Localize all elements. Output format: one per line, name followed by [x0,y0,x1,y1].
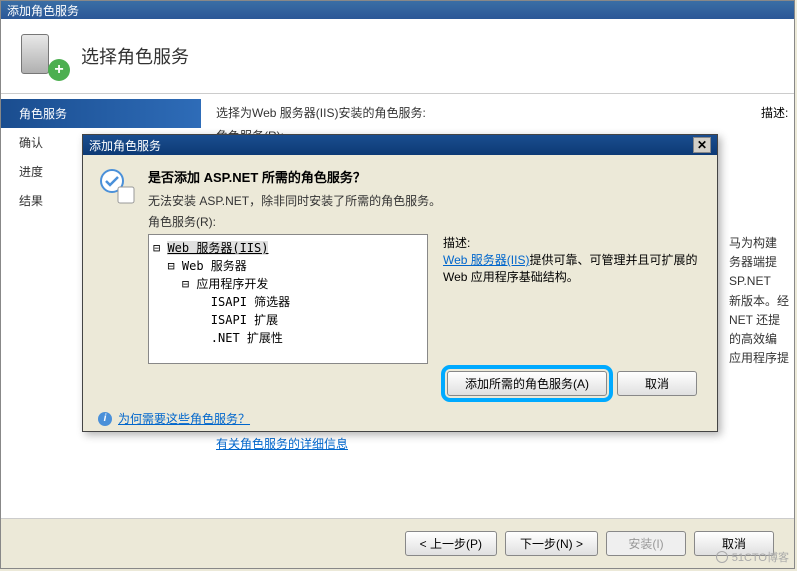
sidebar-item-label: 进度 [19,165,43,179]
sidebar-item-label: 确认 [19,136,43,150]
desc-label: 描述: [443,234,702,251]
install-button: 安装(I) [606,531,686,556]
prev-button[interactable]: < 上一步(P) [405,531,497,556]
add-required-button[interactable]: 添加所需的角色服务(A) [447,371,607,396]
close-icon[interactable]: ✕ [693,137,711,153]
tree-line: ⊟ 应用程序开发 [153,275,423,293]
desc-label: 描述: [761,104,788,121]
partial-description: 马为构建 务器端提 SP.NET 新版本。经 NET 还提 的高效编 应用程序提 [729,234,789,368]
main-title: 添加角色服务 [7,2,79,19]
watermark-icon [716,551,728,563]
dependency-description: 描述: Web 服务器(IIS)提供可靠、可管理并且可扩展的 Web 应用程序基… [443,234,702,364]
dependency-tree[interactable]: ⊟ Web 服务器(IIS) ⊟ Web 服务器 ⊟ 应用程序开发 ISAPI … [148,234,428,364]
dialog-buttons: 添加所需的角色服务(A) 取消 [83,363,717,404]
dialog-body: 是否添加 ASP.NET 所需的角色服务？ 无法安装 ASP.NET，除非同时安… [83,155,717,363]
sidebar-item-role-services[interactable]: 角色服务 [1,99,201,128]
detail-link[interactable]: 有关角色服务的详细信息 [216,435,348,452]
wizard-heading: 选择角色服务 [81,43,189,69]
wizard-footer: < 上一步(P) 下一步(N) > 安装(I) 取消 [1,518,794,568]
info-icon: i [98,412,112,426]
dialog-cancel-button[interactable]: 取消 [617,371,697,396]
desc-link[interactable]: Web 服务器(IIS) [443,253,529,267]
tree-line: ISAPI 筛选器 [153,293,423,311]
tree-line: ⊟ Web 服务器 [153,257,423,275]
main-titlebar[interactable]: 添加角色服务 [1,1,794,19]
content-prompt: 选择为Web 服务器(IIS)安装的角色服务: [216,104,779,121]
dialog-heading: 是否添加 ASP.NET 所需的角色服务？ [148,167,702,186]
wizard-header: + 选择角色服务 [1,19,794,94]
tree-root[interactable]: Web 服务器(IIS) [167,241,268,255]
dialog-title: 添加角色服务 [89,137,161,154]
watermark: 51CTO博客 [716,549,789,565]
wizard-icon [98,167,138,207]
dialog-message: 无法安装 ASP.NET，除非同时安装了所需的角色服务。 [148,192,702,209]
help-link[interactable]: 为何需要这些角色服务？ [118,410,250,427]
tree-line: ISAPI 扩展 [153,311,423,329]
sidebar-item-label: 角色服务 [19,107,67,121]
server-add-icon: + [21,34,66,79]
next-button[interactable]: 下一步(N) > [505,531,598,556]
sidebar-item-label: 结果 [19,194,43,208]
add-role-dialog: 添加角色服务 ✕ 是否添加 ASP.NET 所需的角色服务？ 无法安装 ASP.… [82,134,718,432]
dialog-help: i 为何需要这些角色服务？ [83,404,717,433]
dialog-content: 是否添加 ASP.NET 所需的角色服务？ 无法安装 ASP.NET，除非同时安… [148,167,702,351]
dialog-titlebar[interactable]: 添加角色服务 ✕ [83,135,717,155]
tree-line: .NET 扩展性 [153,329,423,347]
watermark-text: 51CTO博客 [732,549,789,565]
dialog-services-label: 角色服务(R): [148,213,702,230]
